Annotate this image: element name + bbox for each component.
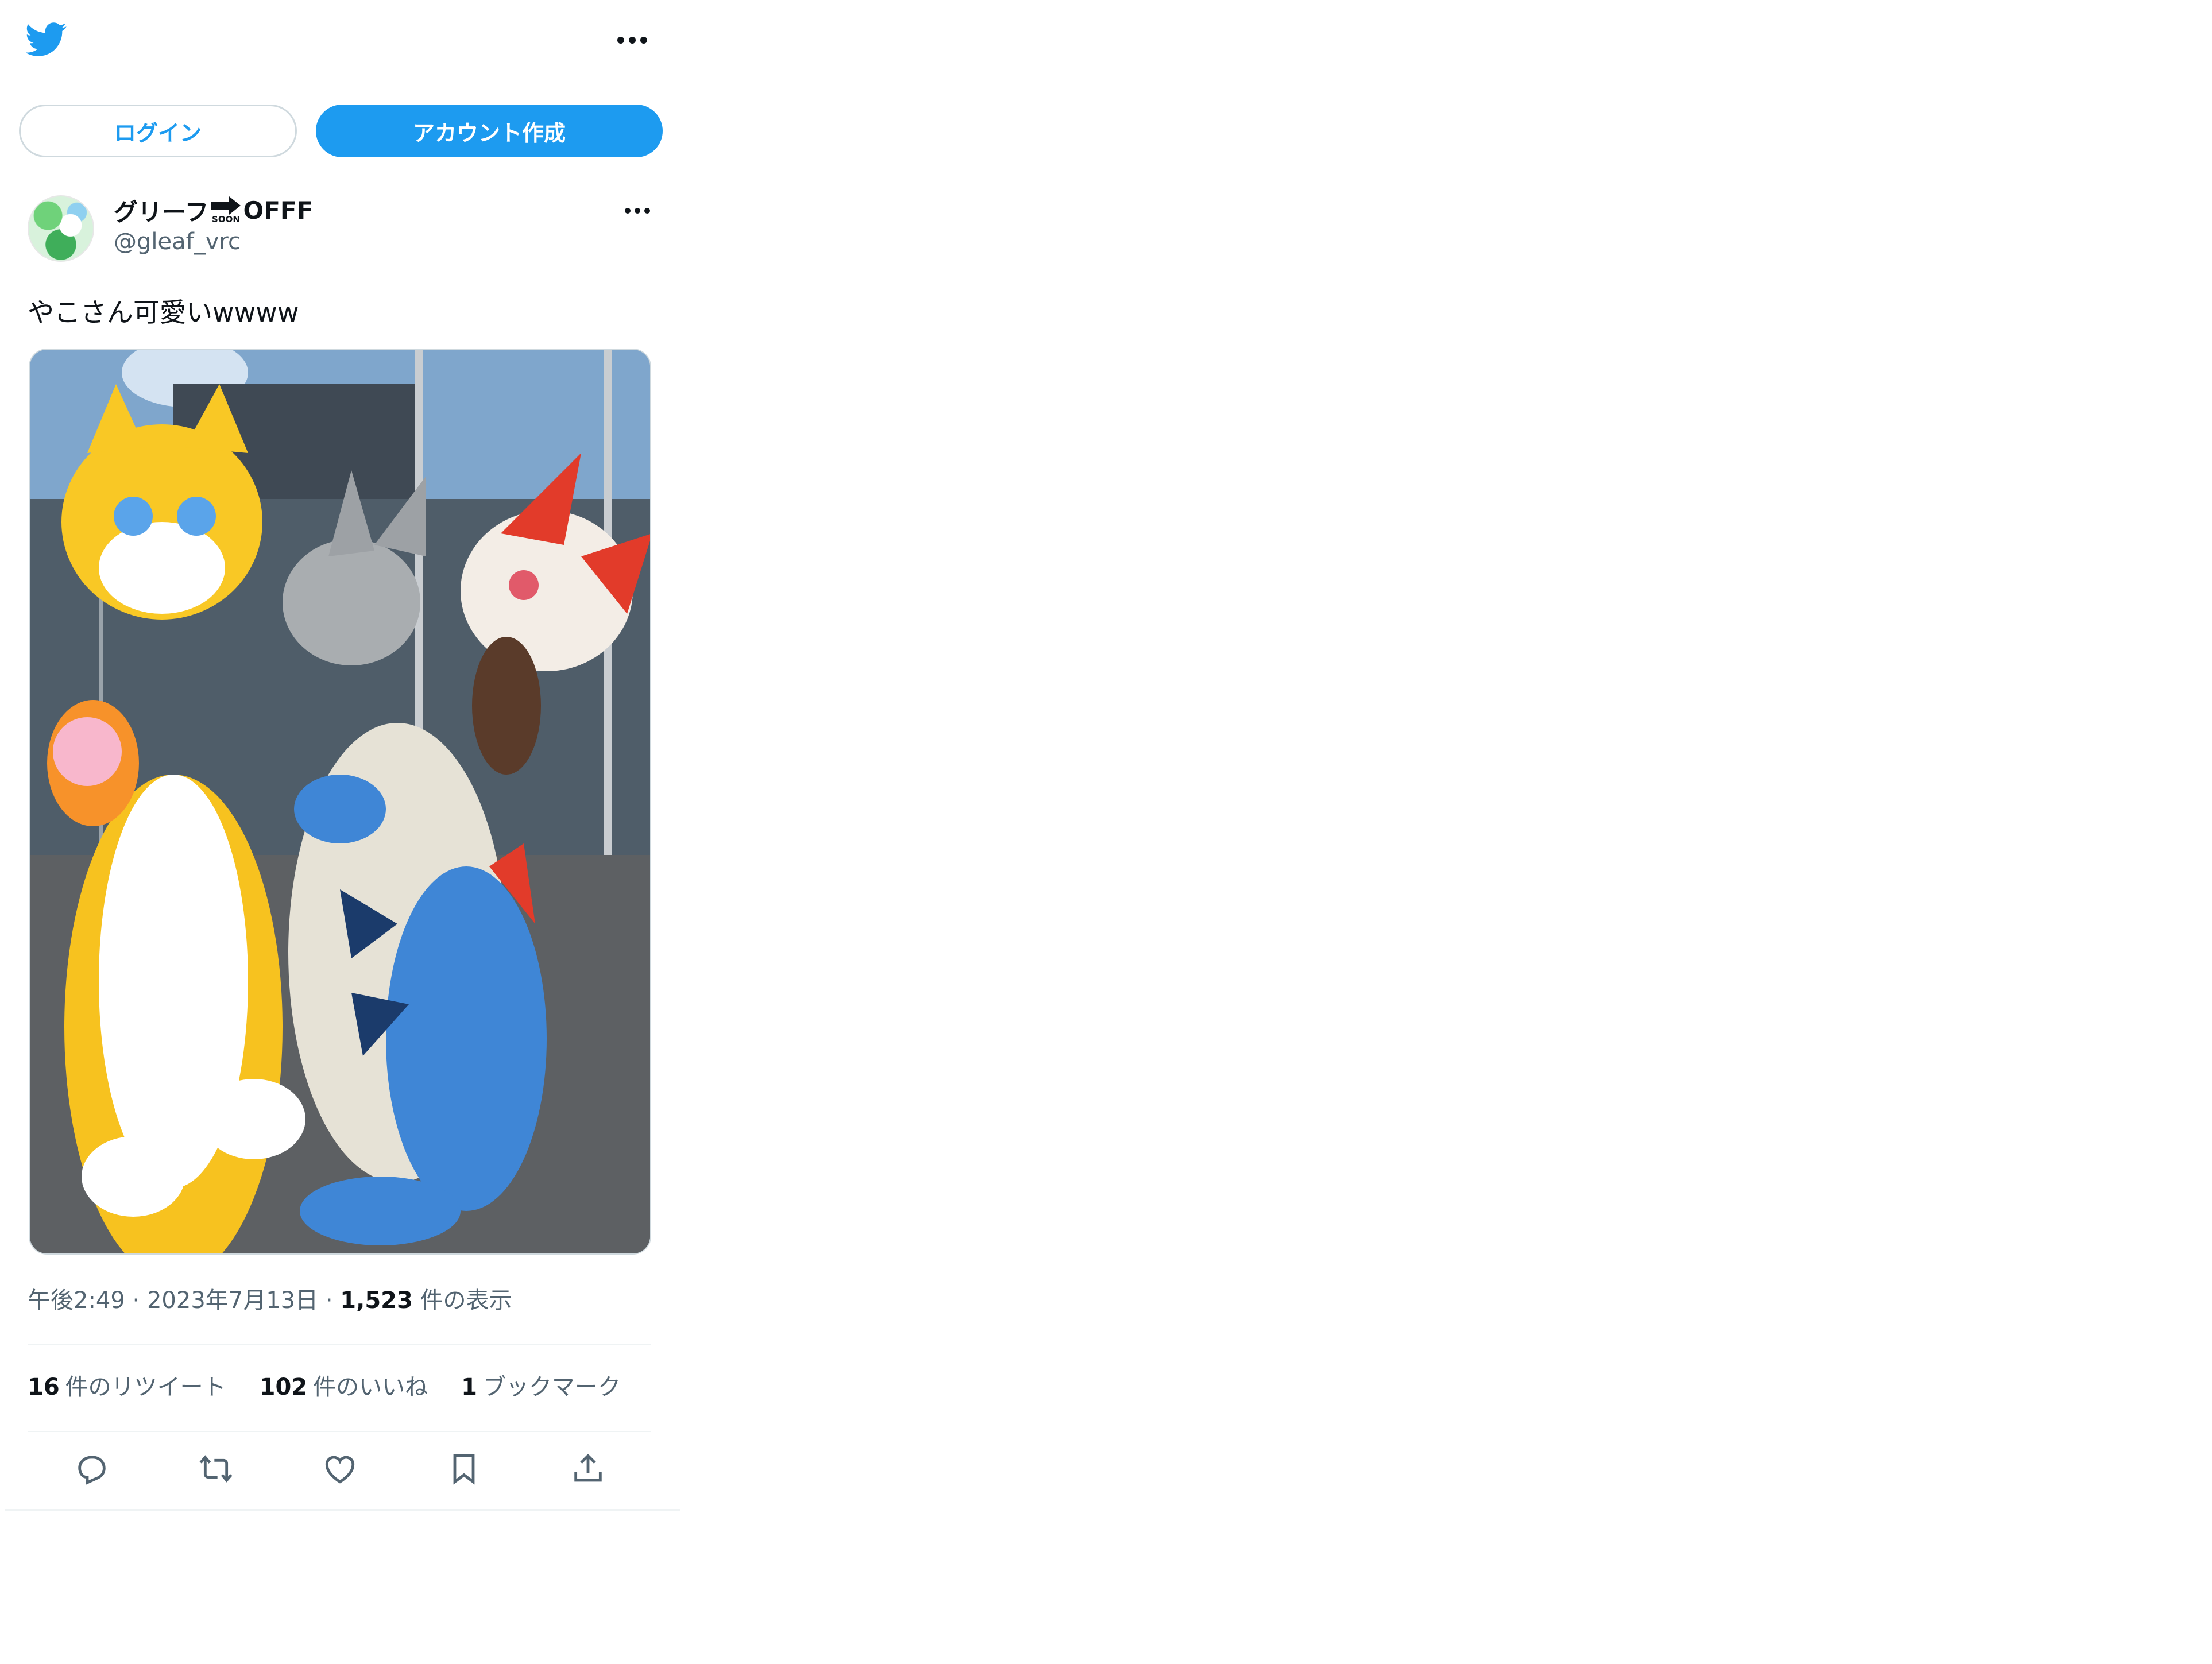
- share-icon[interactable]: [570, 1450, 606, 1487]
- author-handle[interactable]: @gleaf_vrc: [114, 229, 241, 255]
- tweet-meta: 午後2:49 · 2023年7月13日 · 1,523 件の表示: [28, 1282, 512, 1315]
- bookmarks-stat[interactable]: 1 ブックマーク: [461, 1368, 621, 1402]
- tweet-more-icon[interactable]: [625, 206, 650, 217]
- login-button[interactable]: ログイン: [19, 105, 297, 157]
- bookmarks-label: ブックマーク: [483, 1374, 621, 1400]
- tweet-actions: [28, 1440, 651, 1497]
- author-name-prefix: グリーフ: [114, 198, 209, 226]
- tweet-stats: 16 件のリツイート 102 件のいいね 1 ブックマーク: [28, 1368, 621, 1402]
- views-label: 件の表示: [420, 1287, 512, 1314]
- photo-illustration: [30, 350, 650, 1253]
- soon-label: SOON: [212, 214, 240, 225]
- author-name-suffix: OFFF: [243, 196, 314, 225]
- likes-label: 件のいいね: [313, 1374, 428, 1400]
- tweet-photo[interactable]: [29, 349, 651, 1255]
- reply-icon[interactable]: [74, 1450, 110, 1487]
- retweets-count: 16: [28, 1374, 60, 1400]
- likes-stat[interactable]: 102 件のいいね: [260, 1368, 428, 1402]
- like-icon[interactable]: [322, 1450, 358, 1487]
- divider: [5, 1509, 680, 1511]
- retweet-icon[interactable]: [198, 1450, 234, 1487]
- soon-arrow-icon: SOON: [210, 195, 242, 226]
- twitter-bird-icon[interactable]: [26, 22, 67, 57]
- top-bar: [0, 0, 680, 86]
- views-count: 1,523: [340, 1287, 413, 1314]
- meta-separator: ·: [132, 1287, 140, 1314]
- bookmarks-count: 1: [461, 1374, 478, 1400]
- likes-count: 102: [259, 1374, 308, 1400]
- author-name[interactable]: グリーフ SOON OFFF: [114, 194, 313, 226]
- avatar[interactable]: [28, 195, 94, 262]
- meta-separator: ·: [325, 1287, 333, 1314]
- tweet-time[interactable]: 午後2:49: [28, 1287, 125, 1314]
- signup-button[interactable]: アカウント作成: [316, 105, 663, 157]
- tweet-date[interactable]: 2023年7月13日: [147, 1287, 318, 1314]
- divider: [28, 1344, 651, 1345]
- tweet-page: ログイン アカウント作成 グリーフ SOON OFFF @gleaf_vrc や…: [0, 0, 680, 1516]
- divider: [28, 1431, 651, 1432]
- more-horizontal-icon[interactable]: [617, 34, 647, 46]
- bookmark-icon[interactable]: [446, 1450, 482, 1487]
- retweets-stat[interactable]: 16 件のリツイート: [28, 1368, 226, 1402]
- retweets-label: 件のリツイート: [65, 1374, 226, 1400]
- tweet-text: やこさん可愛いwwww: [28, 297, 299, 328]
